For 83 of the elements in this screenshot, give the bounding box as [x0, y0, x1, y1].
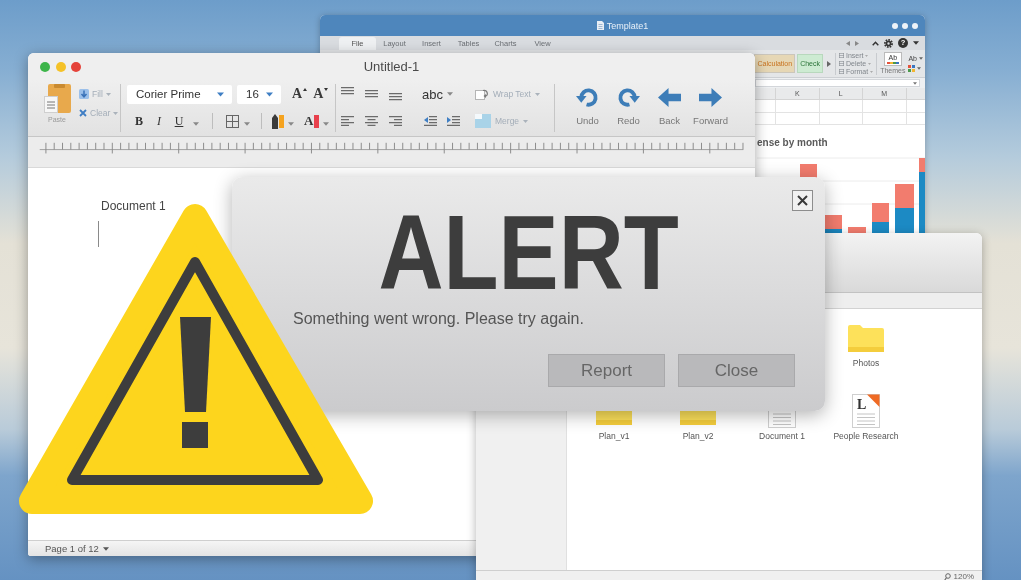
cells-icon: [838, 69, 844, 74]
color-strip-icon: [886, 62, 899, 64]
align-middle-icon[interactable]: [365, 90, 378, 98]
indent-decrease-icon[interactable]: [424, 116, 437, 126]
spelling-button[interactable]: abc: [422, 86, 453, 102]
close-button[interactable]: [792, 190, 813, 211]
document-text: Document 1: [101, 199, 166, 213]
document-letter: L: [857, 398, 867, 412]
caret-icon: [919, 57, 923, 60]
color-grid-icon[interactable]: [908, 65, 916, 72]
undo-icon: [576, 86, 599, 109]
back-button[interactable]: Back: [649, 84, 690, 136]
x-icon: [79, 109, 87, 117]
caret-icon: [523, 119, 529, 123]
caret-icon: [534, 92, 540, 96]
caret-icon: [446, 92, 453, 96]
window-dot-icon[interactable]: [902, 22, 908, 29]
alert-title: ALERT: [378, 199, 679, 305]
window-title: Template1: [606, 20, 649, 31]
indent-increase-icon[interactable]: [447, 116, 460, 126]
folder-icon: [848, 324, 884, 352]
window-button-icon[interactable]: [71, 61, 81, 72]
page-indicator[interactable]: Page 1 of 12: [45, 543, 109, 554]
caret-icon: [113, 111, 119, 115]
warning-icon: [18, 203, 374, 515]
pen-icon[interactable]: [272, 113, 278, 129]
borders-icon[interactable]: [226, 114, 239, 128]
arrow-right-icon: [699, 86, 722, 109]
caret-up-icon: [303, 88, 308, 91]
redo-icon: [617, 86, 640, 109]
alert-message: Something went wrong. Please try again.: [293, 309, 584, 329]
clipboard-icon: [43, 84, 71, 113]
window-dot-icon[interactable]: [892, 22, 898, 29]
caret-icon: [868, 62, 872, 65]
file-item[interactable]: Photos: [824, 320, 908, 369]
window-title: Untitled-1: [363, 59, 420, 74]
caret-icon: [102, 546, 109, 551]
zoom-level: 120%: [953, 572, 974, 580]
caret-icon: [105, 92, 111, 96]
search-icon: [943, 573, 951, 580]
caret-icon: [870, 70, 874, 73]
align-right-icon[interactable]: [389, 116, 402, 126]
forward-button[interactable]: Forward: [690, 84, 731, 136]
arrow-left-icon: [658, 86, 681, 109]
caret-icon: [865, 54, 869, 57]
grow-font-button[interactable]: A: [292, 86, 308, 102]
underline-button[interactable]: U: [173, 113, 185, 129]
caret-icon: [917, 67, 922, 70]
align-left-icon[interactable]: [341, 116, 354, 126]
font-color-button[interactable]: A: [304, 113, 314, 129]
page-arrow-icon: [475, 88, 489, 100]
fill-down-icon: [79, 89, 89, 99]
file-item[interactable]: L People Research: [824, 393, 908, 442]
cells-icon: [838, 53, 844, 58]
italic-button[interactable]: I: [153, 113, 165, 129]
arrow-right-icon[interactable]: [855, 40, 859, 46]
window-dot-icon[interactable]: [912, 22, 918, 29]
chart-title: ense by month: [757, 137, 828, 149]
settings-icon[interactable]: [884, 38, 893, 48]
caret-right-icon[interactable]: [826, 60, 831, 67]
dialog-button[interactable]: Report: [548, 354, 665, 387]
formula-field[interactable]: [755, 79, 920, 87]
window-button-icon[interactable]: [40, 61, 50, 72]
document-icon: [596, 21, 604, 30]
caret-icon: [217, 91, 224, 97]
caret-icon[interactable]: [913, 41, 919, 45]
cells-icon: [475, 114, 491, 128]
align-top-icon[interactable]: [341, 87, 354, 95]
shrink-font-button[interactable]: A: [313, 86, 329, 102]
font-dropdown[interactable]: Corier Prime: [127, 84, 232, 104]
chevron-up-icon[interactable]: [872, 40, 879, 46]
undo-button[interactable]: Undo: [567, 84, 608, 136]
text-cursor: [98, 221, 99, 247]
align-bottom-icon[interactable]: [389, 93, 402, 101]
arrow-left-icon[interactable]: [846, 40, 850, 46]
caret-icon: [266, 91, 273, 97]
close-icon: [797, 195, 808, 206]
redo-button[interactable]: Redo: [608, 84, 649, 136]
dialog-button[interactable]: Close: [678, 354, 795, 387]
cells-icon: [838, 61, 844, 66]
align-center-icon[interactable]: [365, 116, 378, 126]
bold-button[interactable]: B: [133, 113, 145, 129]
font-size-dropdown[interactable]: 16: [237, 84, 281, 104]
